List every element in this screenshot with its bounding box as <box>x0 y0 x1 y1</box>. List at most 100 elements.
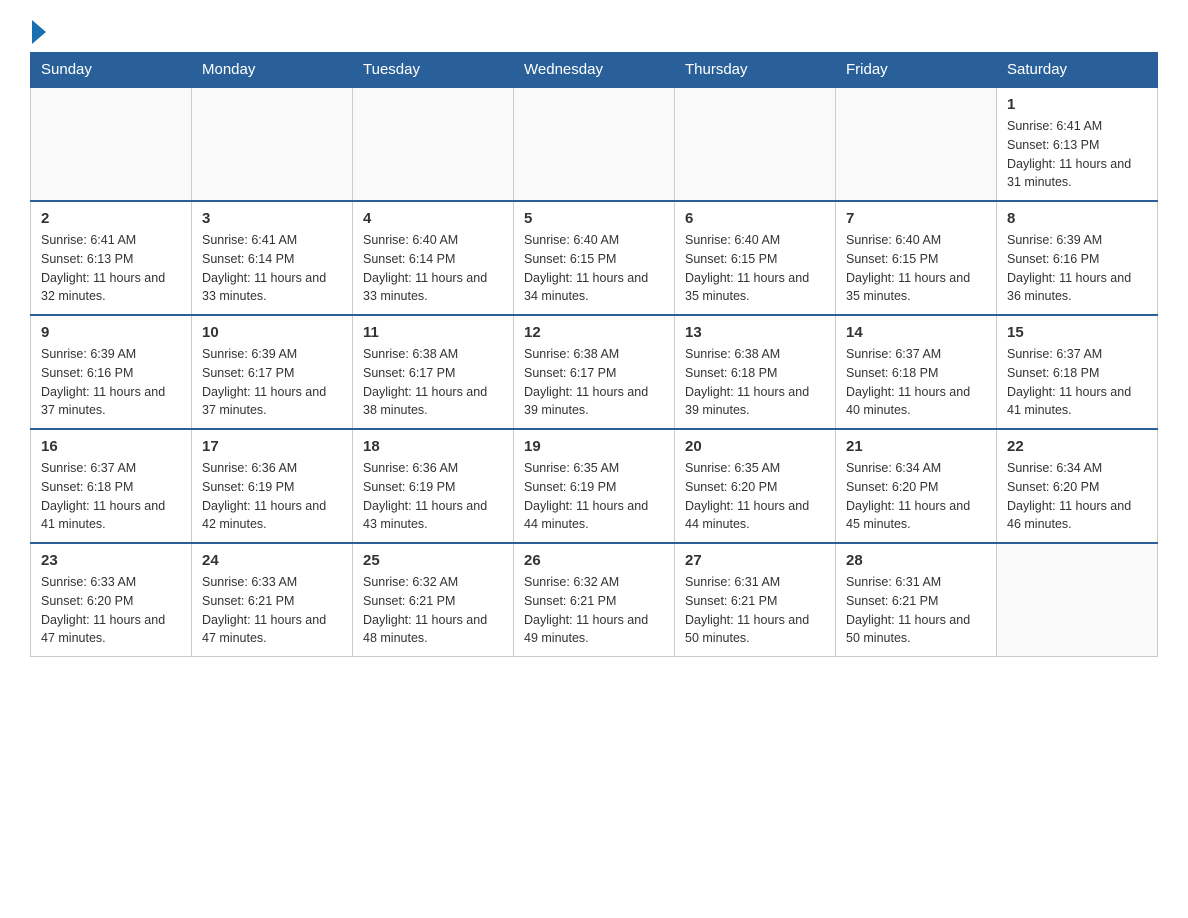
day-number: 3 <box>202 210 342 227</box>
day-info: Sunrise: 6:31 AM Sunset: 6:21 PM Dayligh… <box>685 573 825 648</box>
day-of-week-header: Monday <box>192 53 353 88</box>
calendar-day-cell <box>836 87 997 201</box>
calendar-day-cell: 11Sunrise: 6:38 AM Sunset: 6:17 PM Dayli… <box>353 315 514 429</box>
calendar-day-cell: 5 Sunrise: 6:40 AM Sunset: 6:15 PM Daylig… <box>514 201 675 315</box>
calendar-day-cell <box>675 87 836 201</box>
calendar-day-cell: 20 Sunrise: 6:35 AM Sunset: 6:20 PM Dayli… <box>675 429 836 543</box>
page-header <box>30 20 1158 42</box>
day-of-week-header: Friday <box>836 53 997 88</box>
day-info: Sunrise: 6:31 AM Sunset: 6:21 PM Dayligh… <box>846 573 986 648</box>
day-info: Sunrise: 6:41 AM Sunset: 6:14 PM Dayligh… <box>202 231 342 306</box>
calendar-day-cell: 10 Sunrise: 6:39 AM Sunset: 6:17 PM Dayli… <box>192 315 353 429</box>
day-info: Sunrise: 6:36 AM Sunset: 6:19 PM Dayligh… <box>202 459 342 534</box>
day-info: Sunrise: 6:39 AM Sunset: 6:17 PM Dayligh… <box>202 345 342 420</box>
day-number: 16 <box>41 438 181 455</box>
day-of-week-header: Wednesday <box>514 53 675 88</box>
day-number: 23 <box>41 552 181 569</box>
day-info: Sunrise: 6:39 AM Sunset: 6:16 PM Dayligh… <box>1007 231 1147 306</box>
calendar-header-row: SundayMondayTuesdayWednesdayThursdayFrid… <box>31 53 1158 88</box>
day-info: Sunrise: 6:32 AM Sunset: 6:21 PM Dayligh… <box>363 573 503 648</box>
day-info: Sunrise: 6:35 AM Sunset: 6:19 PM Dayligh… <box>524 459 664 534</box>
calendar-day-cell <box>514 87 675 201</box>
day-number: 21 <box>846 438 986 455</box>
calendar-day-cell <box>192 87 353 201</box>
day-number: 28 <box>846 552 986 569</box>
calendar-day-cell: 23 Sunrise: 6:33 AM Sunset: 6:20 PM Dayli… <box>31 543 192 657</box>
day-info: Sunrise: 6:38 AM Sunset: 6:17 PM Dayligh… <box>363 345 503 420</box>
day-info: Sunrise: 6:36 AM Sunset: 6:19 PM Dayligh… <box>363 459 503 534</box>
calendar-day-cell: 14 Sunrise: 6:37 AM Sunset: 6:18 PM Dayli… <box>836 315 997 429</box>
day-number: 26 <box>524 552 664 569</box>
calendar-day-cell: 2 Sunrise: 6:41 AM Sunset: 6:13 PM Daylig… <box>31 201 192 315</box>
calendar-day-cell: 6 Sunrise: 6:40 AM Sunset: 6:15 PM Daylig… <box>675 201 836 315</box>
day-number: 13 <box>685 324 825 341</box>
day-number: 2 <box>41 210 181 227</box>
calendar-day-cell: 16 Sunrise: 6:37 AM Sunset: 6:18 PM Dayli… <box>31 429 192 543</box>
day-number: 17 <box>202 438 342 455</box>
calendar-day-cell: 8 Sunrise: 6:39 AM Sunset: 6:16 PM Daylig… <box>997 201 1158 315</box>
calendar-day-cell: 9 Sunrise: 6:39 AM Sunset: 6:16 PM Daylig… <box>31 315 192 429</box>
calendar-day-cell: 18 Sunrise: 6:36 AM Sunset: 6:19 PM Dayli… <box>353 429 514 543</box>
calendar-week-row: 16 Sunrise: 6:37 AM Sunset: 6:18 PM Dayli… <box>31 429 1158 543</box>
day-info: Sunrise: 6:37 AM Sunset: 6:18 PM Dayligh… <box>1007 345 1147 420</box>
day-number: 24 <box>202 552 342 569</box>
calendar-day-cell: 15Sunrise: 6:37 AM Sunset: 6:18 PM Dayli… <box>997 315 1158 429</box>
calendar-week-row: 1 Sunrise: 6:41 AM Sunset: 6:13 PM Daylig… <box>31 87 1158 201</box>
day-number: 22 <box>1007 438 1147 455</box>
calendar-day-cell <box>997 543 1158 657</box>
day-info: Sunrise: 6:38 AM Sunset: 6:18 PM Dayligh… <box>685 345 825 420</box>
day-info: Sunrise: 6:37 AM Sunset: 6:18 PM Dayligh… <box>41 459 181 534</box>
day-number: 18 <box>363 438 503 455</box>
day-info: Sunrise: 6:41 AM Sunset: 6:13 PM Dayligh… <box>1007 117 1147 192</box>
day-info: Sunrise: 6:37 AM Sunset: 6:18 PM Dayligh… <box>846 345 986 420</box>
day-number: 9 <box>41 324 181 341</box>
day-number: 25 <box>363 552 503 569</box>
day-info: Sunrise: 6:40 AM Sunset: 6:15 PM Dayligh… <box>685 231 825 306</box>
day-info: Sunrise: 6:32 AM Sunset: 6:21 PM Dayligh… <box>524 573 664 648</box>
day-number: 8 <box>1007 210 1147 227</box>
day-info: Sunrise: 6:39 AM Sunset: 6:16 PM Dayligh… <box>41 345 181 420</box>
day-of-week-header: Sunday <box>31 53 192 88</box>
day-number: 1 <box>1007 96 1147 113</box>
day-number: 27 <box>685 552 825 569</box>
day-number: 12 <box>524 324 664 341</box>
day-info: Sunrise: 6:33 AM Sunset: 6:21 PM Dayligh… <box>202 573 342 648</box>
day-info: Sunrise: 6:40 AM Sunset: 6:15 PM Dayligh… <box>846 231 986 306</box>
day-number: 7 <box>846 210 986 227</box>
calendar-day-cell <box>353 87 514 201</box>
day-info: Sunrise: 6:41 AM Sunset: 6:13 PM Dayligh… <box>41 231 181 306</box>
calendar-day-cell: 27 Sunrise: 6:31 AM Sunset: 6:21 PM Dayli… <box>675 543 836 657</box>
day-info: Sunrise: 6:34 AM Sunset: 6:20 PM Dayligh… <box>846 459 986 534</box>
calendar-day-cell: 4 Sunrise: 6:40 AM Sunset: 6:14 PM Daylig… <box>353 201 514 315</box>
logo <box>30 20 46 42</box>
calendar-day-cell: 24 Sunrise: 6:33 AM Sunset: 6:21 PM Dayli… <box>192 543 353 657</box>
calendar-day-cell <box>31 87 192 201</box>
day-info: Sunrise: 6:40 AM Sunset: 6:14 PM Dayligh… <box>363 231 503 306</box>
day-info: Sunrise: 6:38 AM Sunset: 6:17 PM Dayligh… <box>524 345 664 420</box>
calendar-day-cell: 28 Sunrise: 6:31 AM Sunset: 6:21 PM Dayli… <box>836 543 997 657</box>
calendar-day-cell: 22 Sunrise: 6:34 AM Sunset: 6:20 PM Dayli… <box>997 429 1158 543</box>
day-info: Sunrise: 6:34 AM Sunset: 6:20 PM Dayligh… <box>1007 459 1147 534</box>
day-number: 6 <box>685 210 825 227</box>
calendar-day-cell: 26 Sunrise: 6:32 AM Sunset: 6:21 PM Dayli… <box>514 543 675 657</box>
calendar-table: SundayMondayTuesdayWednesdayThursdayFrid… <box>30 52 1158 657</box>
day-number: 10 <box>202 324 342 341</box>
calendar-week-row: 2 Sunrise: 6:41 AM Sunset: 6:13 PM Daylig… <box>31 201 1158 315</box>
calendar-day-cell: 17 Sunrise: 6:36 AM Sunset: 6:19 PM Dayli… <box>192 429 353 543</box>
day-number: 20 <box>685 438 825 455</box>
day-number: 4 <box>363 210 503 227</box>
calendar-week-row: 9 Sunrise: 6:39 AM Sunset: 6:16 PM Daylig… <box>31 315 1158 429</box>
calendar-day-cell: 1 Sunrise: 6:41 AM Sunset: 6:13 PM Daylig… <box>997 87 1158 201</box>
calendar-day-cell: 7 Sunrise: 6:40 AM Sunset: 6:15 PM Daylig… <box>836 201 997 315</box>
calendar-day-cell: 3 Sunrise: 6:41 AM Sunset: 6:14 PM Daylig… <box>192 201 353 315</box>
logo-arrow-icon <box>32 20 46 44</box>
calendar-day-cell: 25 Sunrise: 6:32 AM Sunset: 6:21 PM Dayli… <box>353 543 514 657</box>
day-info: Sunrise: 6:33 AM Sunset: 6:20 PM Dayligh… <box>41 573 181 648</box>
calendar-day-cell: 19Sunrise: 6:35 AM Sunset: 6:19 PM Dayli… <box>514 429 675 543</box>
day-of-week-header: Saturday <box>997 53 1158 88</box>
day-info: Sunrise: 6:35 AM Sunset: 6:20 PM Dayligh… <box>685 459 825 534</box>
day-info: Sunrise: 6:40 AM Sunset: 6:15 PM Dayligh… <box>524 231 664 306</box>
day-number: 14 <box>846 324 986 341</box>
calendar-day-cell: 13 Sunrise: 6:38 AM Sunset: 6:18 PM Dayli… <box>675 315 836 429</box>
day-number: 5 <box>524 210 664 227</box>
